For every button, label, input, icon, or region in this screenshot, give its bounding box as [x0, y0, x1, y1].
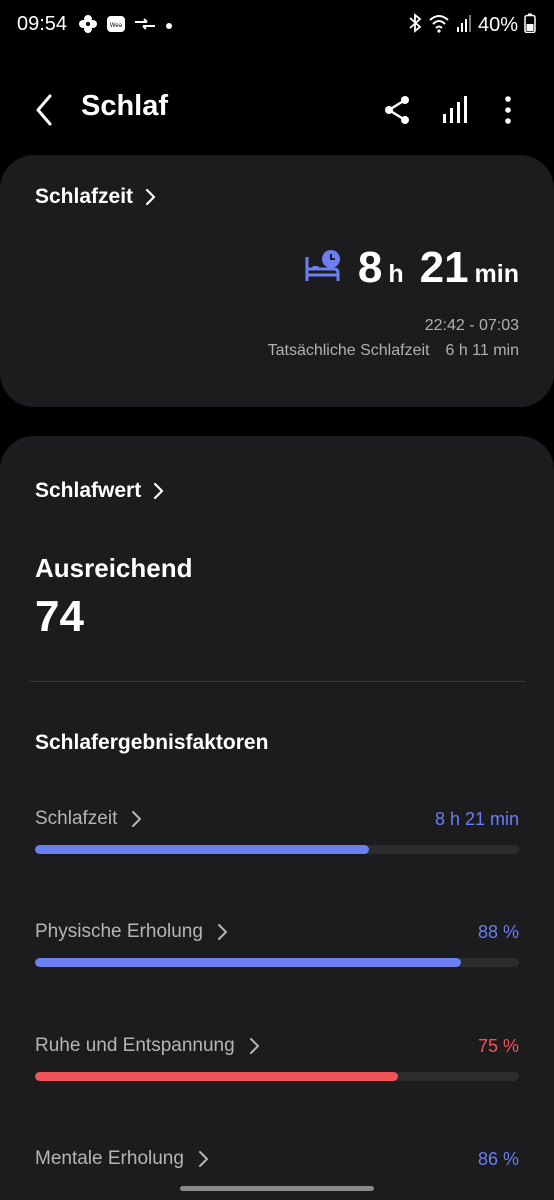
chevron-right-icon [143, 188, 157, 206]
factor-value: 75 % [477, 1036, 519, 1056]
sleep-score-link[interactable]: Schlafwert [35, 479, 165, 503]
back-icon[interactable] [30, 92, 60, 128]
factor-bar-fill [35, 958, 461, 967]
factor-bar [35, 845, 519, 854]
more-icon[interactable] [492, 94, 524, 126]
factor-bar [35, 1072, 519, 1081]
factor-row[interactable]: Schlafzeit 8 h 21 min [35, 808, 519, 854]
factor-name: Schlafzeit [35, 808, 118, 829]
factor-name: Ruhe und Entspannung [35, 1035, 235, 1056]
weather-app-icon: Wea [106, 14, 126, 39]
factor-row[interactable]: Ruhe und Entspannung 75 % [35, 1035, 519, 1081]
actual-sleep-label: Tatsächliche Schlafzeit [267, 342, 430, 359]
actual-sleep-row: Tatsächliche Schlafzeit 6 h 11 min [268, 342, 519, 360]
chevron-right-icon [215, 923, 229, 941]
bed-clock-icon [304, 249, 342, 287]
sleep-time-card[interactable]: Schlafzeit 8 h 21 min 22:42 - 07:03 Tats… [0, 155, 554, 407]
factor-name: Physische Erholung [35, 921, 203, 942]
page-title: Schlaf [81, 90, 169, 122]
bluetooth-icon [408, 13, 422, 38]
pinwheel-icon [78, 14, 98, 39]
app-header: Schlaf [0, 80, 554, 140]
status-bar: 09:54 Wea 40% [0, 0, 554, 52]
factor-bar-fill [35, 1072, 398, 1081]
chevron-right-icon [129, 810, 143, 828]
battery-icon [524, 13, 536, 38]
sleep-range: 22:42 - 07:03 [424, 317, 519, 334]
score-rating: Ausreichend [35, 553, 193, 583]
dot-icon [164, 18, 174, 36]
sleep-minutes: 21 [419, 243, 469, 292]
actual-sleep-value: 6 h 11 min [445, 342, 519, 359]
sleep-hours: 8 [357, 243, 383, 292]
battery-percentage: 40% [477, 14, 518, 36]
factor-bar-fill [35, 845, 369, 854]
chevron-right-icon [151, 482, 165, 500]
factor-value: 8 h 21 min [434, 809, 519, 829]
signal-icon [456, 13, 472, 38]
sleep-duration: 8 h 21 min [304, 243, 519, 293]
share-icon[interactable] [381, 94, 413, 126]
factor-value: 88 % [477, 922, 519, 942]
chevron-right-icon [196, 1150, 210, 1168]
sleep-hours-unit: h [388, 260, 404, 288]
factors-title: Schlafergebnisfaktoren [35, 731, 269, 754]
home-indicator[interactable] [180, 1186, 374, 1191]
chevron-right-icon [247, 1037, 261, 1055]
sleep-time-label: Schlafzeit [35, 185, 134, 208]
svg-text:Wea: Wea [110, 23, 123, 29]
divider [29, 681, 525, 682]
score-value: 74 [35, 592, 84, 641]
stats-icon[interactable] [440, 94, 472, 126]
factor-row[interactable]: Physische Erholung 88 % [35, 921, 519, 967]
status-time: 09:54 [17, 13, 68, 35]
sleep-score-card: Schlafwert Ausreichend 74 Schlafergebnis… [0, 436, 554, 1200]
sleep-time-link[interactable]: Schlafzeit [35, 185, 157, 209]
factor-bar [35, 958, 519, 967]
data-transfer-icon [134, 16, 156, 37]
sleep-score-label: Schlafwert [35, 479, 142, 502]
factor-row[interactable]: Mentale Erholung 86 % [35, 1148, 519, 1170]
factor-value: 86 % [477, 1149, 519, 1169]
sleep-minutes-unit: min [474, 260, 519, 288]
factor-name: Mentale Erholung [35, 1148, 184, 1169]
wifi-icon [428, 13, 450, 38]
